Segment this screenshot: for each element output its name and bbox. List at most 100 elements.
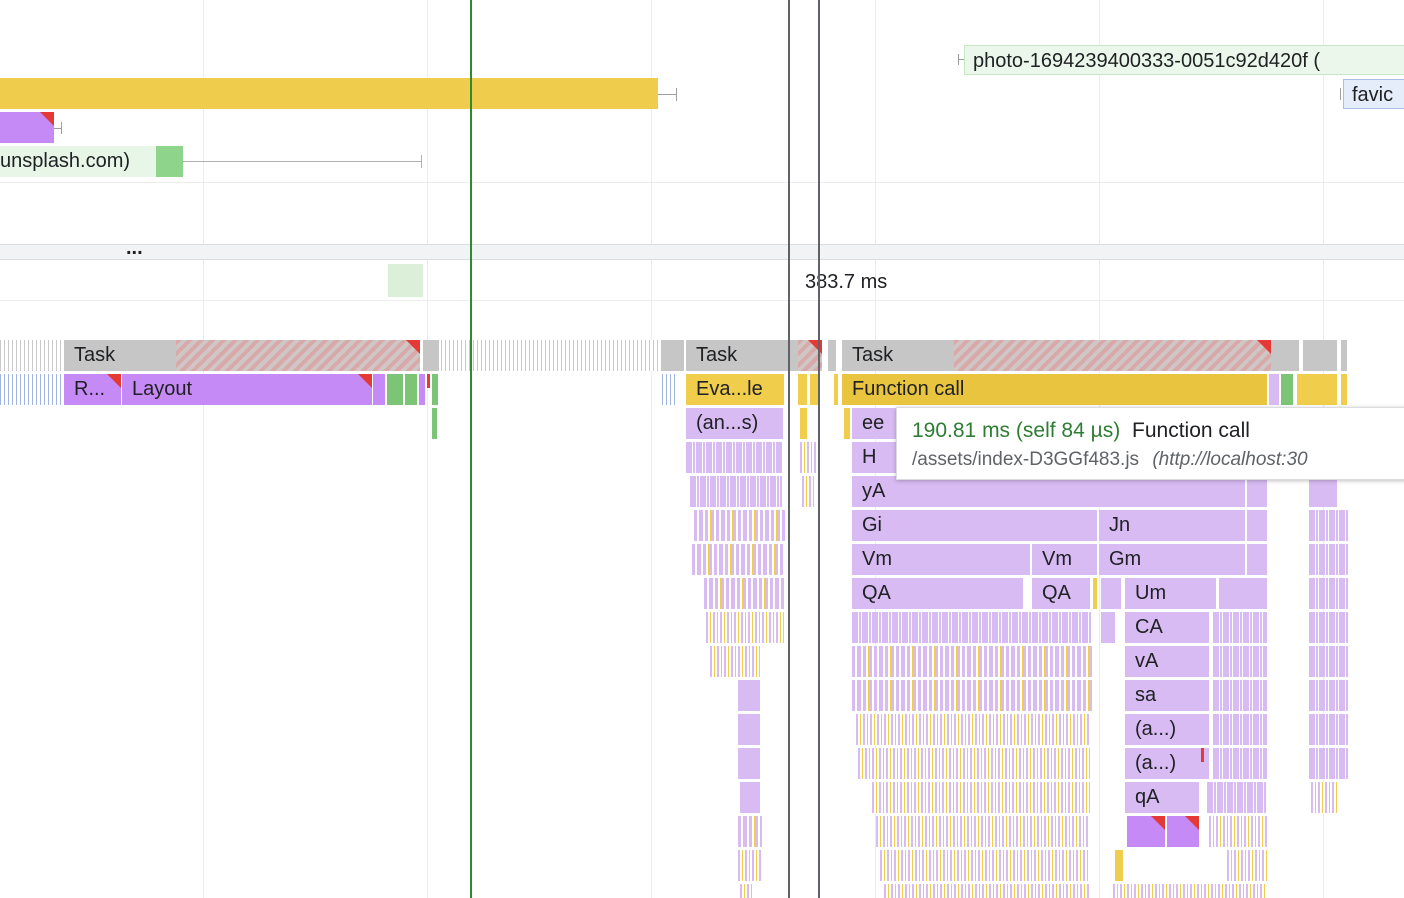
frame-anon-1[interactable]: (a...) — [1125, 714, 1209, 745]
task-fragment[interactable] — [1271, 340, 1299, 371]
script-fragment[interactable] — [834, 374, 838, 405]
track-resize-divider[interactable]: ... — [0, 237, 1404, 260]
task-bar-2[interactable]: Task — [686, 340, 798, 371]
frame-Gi[interactable]: Gi — [852, 510, 1097, 541]
task-strip — [0, 340, 64, 371]
task-bar-1[interactable]: Task — [64, 340, 176, 371]
call-frame-fragment[interactable] — [738, 680, 760, 711]
network-request-favicon[interactable]: favic — [1343, 79, 1404, 109]
call-frame-fragment[interactable] — [1247, 476, 1267, 507]
frame-sa[interactable]: sa — [1125, 680, 1209, 711]
long-task-warning-icon — [1257, 340, 1271, 354]
favicon-whisker-cap — [1340, 88, 1341, 100]
evaluate-script-bar[interactable]: Eva...le — [686, 374, 784, 405]
task-fragment[interactable] — [423, 340, 439, 371]
frame-QA-label: QA — [862, 582, 891, 604]
call-stack-strip — [884, 884, 1090, 898]
call-stack-strip — [686, 442, 782, 473]
frame-CA[interactable]: CA — [1125, 612, 1209, 643]
network-request-script-bar[interactable] — [0, 78, 658, 109]
script-fragment[interactable] — [798, 374, 807, 405]
paint-marker[interactable] — [388, 264, 423, 297]
frame-Vm[interactable]: Vm — [852, 544, 1030, 575]
call-stack-strip — [1213, 680, 1267, 711]
script-fragment[interactable] — [1115, 850, 1123, 881]
script-fragment[interactable] — [800, 408, 807, 439]
frame-QA-2[interactable]: QA — [1032, 578, 1090, 609]
script-fragment[interactable] — [844, 408, 850, 439]
rendering-bar[interactable] — [1167, 816, 1199, 847]
frame-Jn[interactable]: Jn — [1099, 510, 1245, 541]
call-stack-strip — [858, 748, 1090, 779]
rendering-fragment[interactable] — [373, 374, 385, 405]
call-frame-fragment[interactable] — [1247, 510, 1267, 541]
style-request-whisker — [54, 128, 61, 129]
call-frame-fragment[interactable] — [1309, 476, 1337, 507]
anonymous-function-bar[interactable]: (an...s) — [686, 408, 783, 439]
layout-bar[interactable]: Layout — [122, 374, 372, 405]
paint-bar[interactable] — [432, 408, 437, 439]
frame-qA[interactable]: qA — [1125, 782, 1199, 813]
call-frame-fragment[interactable] — [740, 782, 760, 813]
frame-yA[interactable]: yA — [852, 476, 1245, 507]
script-fragment[interactable] — [810, 374, 818, 405]
paint-bar[interactable] — [1281, 374, 1293, 405]
script-fragment[interactable] — [1341, 374, 1347, 405]
call-frame-fragment[interactable] — [1101, 578, 1121, 609]
task-fragment[interactable] — [661, 340, 684, 371]
frame-Vm-2[interactable]: Vm — [1032, 544, 1097, 575]
unsplash-request-whisker — [183, 161, 422, 162]
call-frame-fragment[interactable] — [738, 714, 760, 745]
paint-bar[interactable] — [405, 374, 417, 405]
task-bar-3[interactable]: Task — [842, 340, 954, 371]
long-task-overtime-3 — [954, 340, 1271, 371]
warning-marker — [1201, 748, 1204, 762]
frame-Gm[interactable]: Gm — [1099, 544, 1245, 575]
network-request-style-bar[interactable] — [0, 112, 54, 143]
frame-Jn-label: Jn — [1109, 514, 1131, 536]
script-fragment[interactable] — [1093, 578, 1097, 609]
call-stack-strip — [1213, 714, 1267, 745]
rendering-bar[interactable] — [1127, 816, 1165, 847]
call-frame-fragment[interactable] — [1219, 578, 1267, 609]
selection-end-line[interactable] — [818, 0, 820, 898]
paint-bar[interactable] — [387, 374, 403, 405]
paint-bar[interactable] — [432, 374, 438, 405]
frame-anon-2[interactable]: (a...) — [1125, 748, 1209, 779]
call-frame-fragment[interactable] — [1247, 544, 1267, 575]
call-frame-fragment[interactable] — [1269, 374, 1279, 405]
task-fragment[interactable] — [828, 340, 836, 371]
dom-content-loaded-marker[interactable] — [470, 0, 472, 898]
call-stack-strip — [802, 476, 816, 507]
network-request-photo[interactable]: photo-1694239400333-0051c92d420f ( — [964, 45, 1404, 75]
selection-start-line[interactable] — [788, 0, 790, 898]
frame-CA-label: CA — [1135, 616, 1163, 638]
warning-marker — [107, 374, 121, 388]
event-strip — [662, 374, 678, 405]
call-stack-strip — [1209, 816, 1267, 847]
frame-yA-label: yA — [862, 480, 886, 502]
function-call-bar[interactable]: Function call — [842, 374, 1267, 405]
frame-Vm-label: Vm — [862, 548, 892, 570]
network-request-unsplash[interactable]: unsplash.com) — [0, 146, 156, 177]
frame-QA[interactable]: QA — [852, 578, 1023, 609]
rendering-fragment[interactable] — [419, 374, 425, 405]
frame-Um-label: Um — [1135, 582, 1167, 604]
frame-vA[interactable]: vA — [1125, 646, 1209, 677]
frame-QA-2-label: QA — [1042, 582, 1071, 604]
call-frame-fragment[interactable] — [738, 748, 760, 779]
recalc-style-bar[interactable]: R... — [64, 374, 121, 405]
task-fragment[interactable] — [1341, 340, 1347, 371]
frame-ee-label: ee — [862, 412, 885, 434]
warning-marker — [427, 374, 430, 388]
recalc-style-label: R... — [74, 378, 106, 400]
script-fragment[interactable] — [1297, 374, 1337, 405]
frame-anon-2-label: (a...) — [1135, 752, 1177, 774]
call-stack-strip — [852, 646, 1092, 677]
call-frame-fragment[interactable] — [1101, 612, 1115, 643]
frame-Um[interactable]: Um — [1125, 578, 1216, 609]
task-fragment[interactable] — [1303, 340, 1337, 371]
more-dots[interactable]: ... — [126, 237, 143, 260]
unsplash-request-whisker-cap — [421, 155, 422, 168]
function-call-label: Function call — [852, 378, 965, 400]
